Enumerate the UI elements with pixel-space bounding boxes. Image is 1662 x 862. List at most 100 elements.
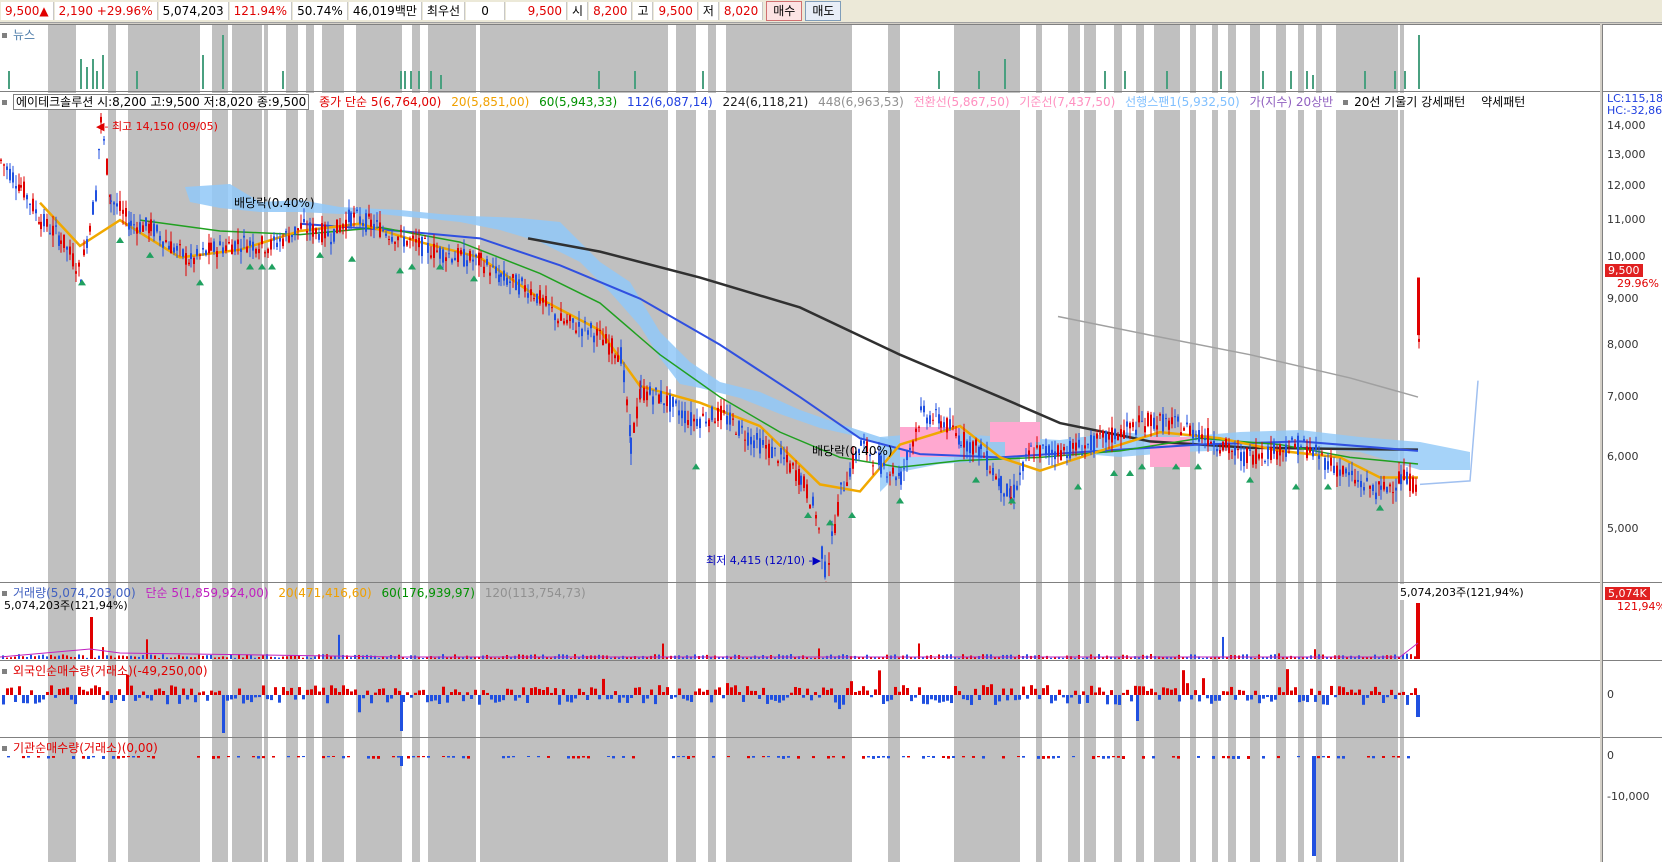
candle-body xyxy=(409,238,411,240)
candle-body xyxy=(1270,447,1272,460)
volume-bar xyxy=(878,657,880,659)
institution-bar xyxy=(577,756,580,759)
candle-body xyxy=(1406,471,1408,484)
shade-band xyxy=(1084,583,1096,660)
candle-body xyxy=(1060,450,1062,461)
candle-body xyxy=(228,241,230,244)
candle-body xyxy=(699,418,701,429)
foreign-bar xyxy=(1290,690,1293,695)
news-marker xyxy=(634,71,636,89)
candle-body xyxy=(1003,493,1005,497)
candle-body xyxy=(345,219,347,231)
candle-body xyxy=(1207,428,1209,446)
foreign-bar xyxy=(866,690,869,695)
foreign-bar xyxy=(494,695,497,703)
candle-body xyxy=(992,468,994,476)
sell-button[interactable]: 매도 xyxy=(805,1,842,21)
foreign-bar xyxy=(174,686,177,695)
foreign-bar xyxy=(698,688,701,695)
institution-bar xyxy=(52,756,55,758)
foreign-bar xyxy=(50,685,53,695)
candle-body xyxy=(903,468,905,470)
institution-bar xyxy=(882,756,885,758)
foreign-bar xyxy=(1150,688,1153,695)
foreign-bar xyxy=(602,678,605,695)
candle-body xyxy=(1093,435,1095,453)
volume-panel[interactable]: 거래량(5,074,203,00) 단순 5(1,859,924,00) 20(… xyxy=(0,582,1600,660)
foreign-bar xyxy=(34,695,37,704)
volume-bar xyxy=(338,634,340,659)
shade-band xyxy=(1276,661,1286,737)
volume-bar xyxy=(1114,657,1116,659)
institution-bar xyxy=(112,756,115,759)
volume-bar xyxy=(1406,653,1408,659)
conversion-legend: 전환선(5,867,50) xyxy=(913,95,1010,109)
news-marker xyxy=(202,55,204,89)
candle-body xyxy=(762,440,764,445)
candle-body xyxy=(1117,434,1119,440)
foreign-bar xyxy=(886,695,889,702)
foreign-bar xyxy=(758,695,761,699)
institution-bar xyxy=(417,756,420,758)
foreign-bar xyxy=(838,695,841,710)
candle-body xyxy=(463,248,465,267)
candle-body xyxy=(920,406,922,411)
candle-body xyxy=(975,439,977,446)
candle-body xyxy=(1147,412,1149,426)
candle-body xyxy=(1033,457,1035,459)
candle-body xyxy=(575,330,577,333)
candle-body xyxy=(469,251,471,261)
stock-title: 에이테크솔루션 시:8,200 고:9,500 저:8,020 종:9,500 xyxy=(13,94,310,110)
volume-ma60: 60(176,939,97) xyxy=(381,586,475,600)
candle-body xyxy=(225,245,227,251)
foreign-bar xyxy=(1122,692,1125,695)
foreign-bar xyxy=(606,695,609,700)
shade-band xyxy=(232,25,262,91)
price-chart[interactable] xyxy=(0,92,1600,582)
buy-button[interactable]: 매수 xyxy=(766,1,803,21)
institution-chart[interactable] xyxy=(0,738,1600,862)
candle-body xyxy=(533,298,535,300)
candle-body xyxy=(1084,445,1086,449)
shade-band xyxy=(1276,92,1286,582)
foreign-bar xyxy=(678,688,681,695)
foreign-bar xyxy=(474,689,477,695)
institution-bar xyxy=(462,756,465,759)
candle-body xyxy=(702,413,704,416)
foreign-chart[interactable] xyxy=(0,661,1600,737)
shade-band xyxy=(412,92,420,582)
foreign-panel[interactable]: 외국인순매수량(거래소)(-49,250,00) xyxy=(0,660,1600,737)
price-panel[interactable]: 에이테크솔루션 시:8,200 고:9,500 저:8,020 종:9,500 … xyxy=(0,91,1600,582)
volume-bar xyxy=(30,654,32,659)
volume-bar xyxy=(814,657,816,659)
foreign-bar xyxy=(850,681,853,695)
foreign-bar xyxy=(786,695,789,698)
candle-body xyxy=(711,406,713,421)
current-price-box: 9,500 xyxy=(1605,264,1643,277)
volume-bar xyxy=(954,657,956,659)
foreign-bar xyxy=(258,695,261,698)
news-scale xyxy=(1602,24,1662,91)
institution-panel[interactable]: 기관순매수량(거래소)(0,00) xyxy=(0,737,1600,862)
foreign-bar xyxy=(70,695,73,700)
candle-body xyxy=(560,313,562,321)
candle-body xyxy=(1231,450,1233,452)
foreign-bar xyxy=(54,695,57,698)
candle-body xyxy=(258,249,260,254)
news-marker xyxy=(938,71,940,89)
candle-body xyxy=(687,420,689,425)
institution-spike xyxy=(400,756,403,766)
foreign-bar xyxy=(1226,691,1229,695)
foreign-bar xyxy=(1070,695,1073,698)
shade-band xyxy=(1190,25,1196,91)
foreign-bar xyxy=(1186,683,1189,695)
candle-body xyxy=(342,224,344,229)
candle-body xyxy=(370,219,372,227)
candle-body xyxy=(103,139,105,141)
candle-body xyxy=(815,515,817,519)
volume-bar xyxy=(166,657,168,659)
news-marker xyxy=(136,71,138,89)
institution-bar xyxy=(762,756,765,758)
shade-band xyxy=(676,25,696,91)
low-price: 8,020 xyxy=(719,2,764,20)
